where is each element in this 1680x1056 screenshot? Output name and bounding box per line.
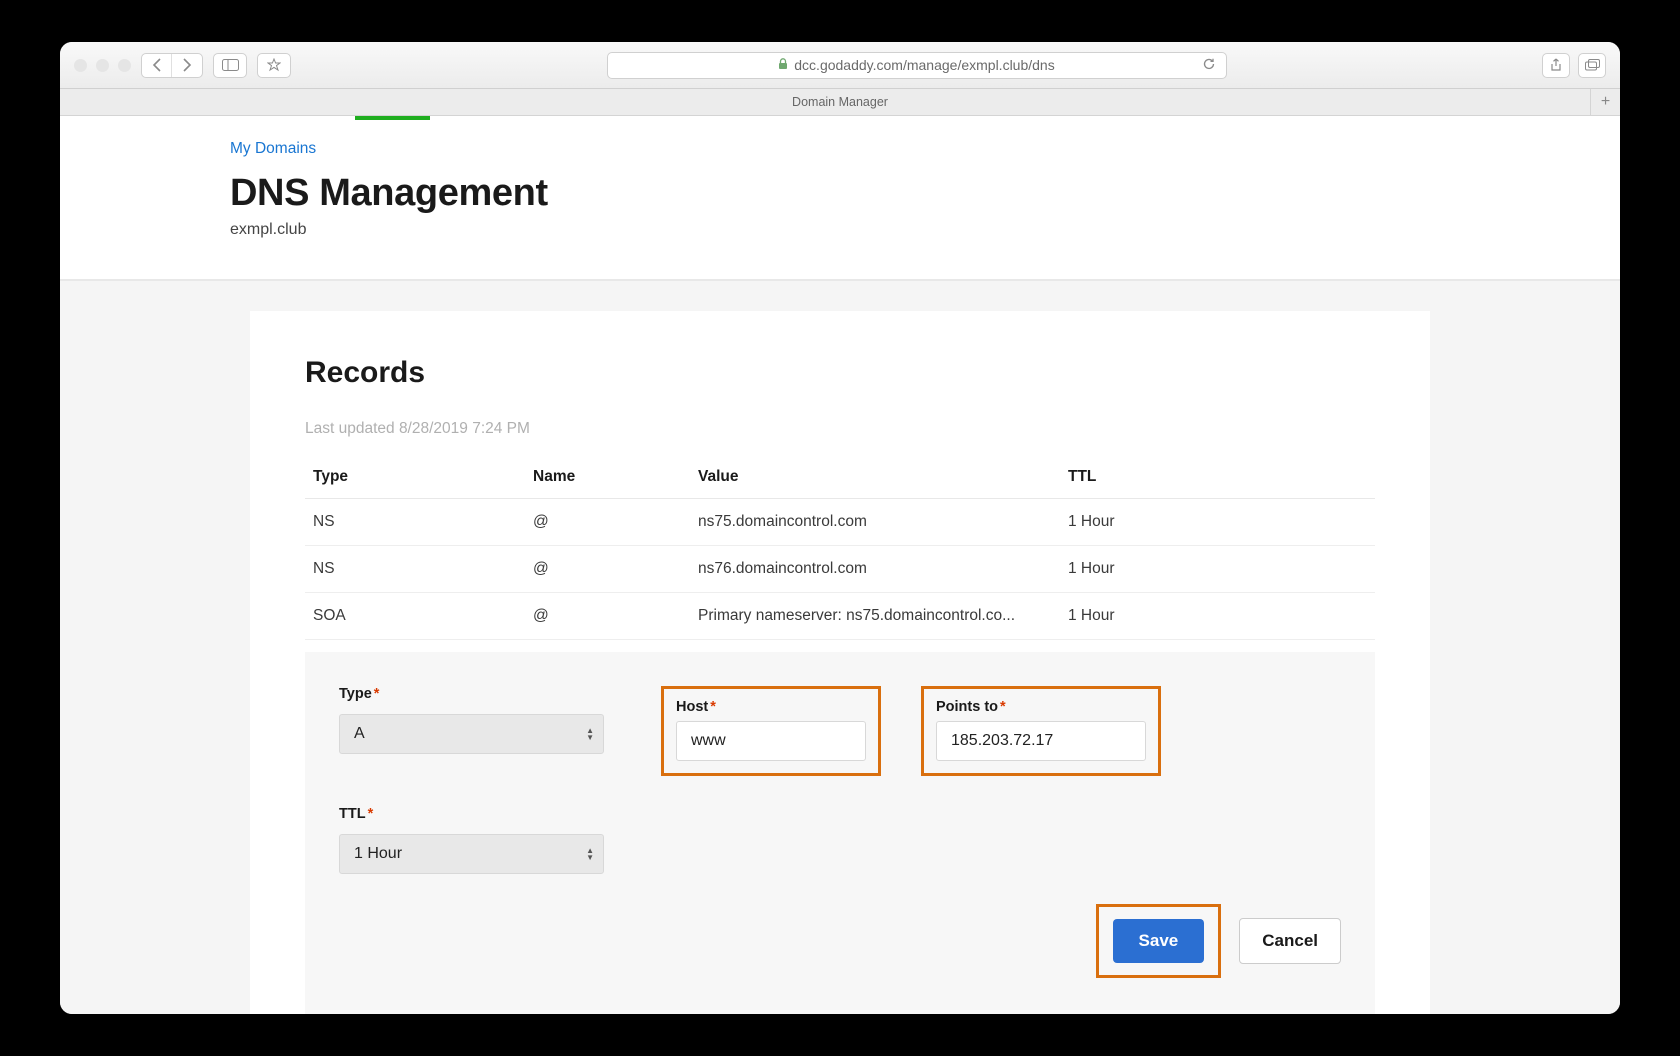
cell-name: @ [525,593,690,640]
col-header-type: Type [305,458,525,499]
back-button[interactable] [142,54,172,77]
table-row[interactable]: SOA @ Primary nameserver: ns75.domaincon… [305,593,1375,640]
field-group-type: Type* A ▲▼ [339,686,621,776]
cell-type: SOA [305,593,525,640]
browser-toolbar: dcc.godaddy.com/manage/exmpl.club/dns [60,42,1620,89]
highlight-save: Save [1096,904,1222,978]
cell-ttl: 1 Hour [1060,593,1375,640]
bookmarks-button[interactable] [257,53,291,78]
cell-ttl: 1 Hour [1060,499,1375,546]
save-button[interactable]: Save [1113,919,1205,963]
cell-value: Primary nameserver: ns75.domaincontrol.c… [690,593,1060,640]
tabs-button[interactable] [1578,53,1606,78]
breadcrumb-my-domains[interactable]: My Domains [230,140,316,158]
label-points-to: Points to* [924,689,1158,715]
share-button[interactable] [1542,53,1570,78]
host-input[interactable] [676,721,866,761]
page-body: Records Last updated 8/28/2019 7:24 PM T… [60,281,1620,1014]
nav-back-forward [141,53,203,78]
highlight-host: Host* [661,686,881,776]
col-header-value: Value [690,458,1060,499]
tab-bar: Domain Manager + [60,89,1620,116]
col-header-name: Name [525,458,690,499]
label-type: Type* [339,686,621,706]
ttl-select[interactable]: 1 Hour [339,834,604,874]
col-header-ttl: TTL [1060,458,1375,499]
domain-name: exmpl.club [230,221,1620,239]
cell-ttl: 1 Hour [1060,546,1375,593]
field-group-ttl: TTL* 1 Hour ▲▼ [339,806,621,874]
cell-value: ns76.domaincontrol.com [690,546,1060,593]
lock-icon [778,58,788,73]
active-tab-title[interactable]: Domain Manager [792,95,888,109]
cell-type: NS [305,499,525,546]
accent-bar [355,116,430,120]
page-header: My Domains DNS Management exmpl.club [60,116,1620,281]
form-actions: Save Cancel [339,904,1341,978]
zoom-window-icon[interactable] [118,59,131,72]
add-record-form: Type* A ▲▼ Host* [305,652,1375,1014]
new-tab-button[interactable]: + [1590,89,1620,115]
table-row[interactable]: NS @ ns75.domaincontrol.com 1 Hour [305,499,1375,546]
page-viewport: My Domains DNS Management exmpl.club Rec… [60,116,1620,1014]
cell-name: @ [525,546,690,593]
cell-name: @ [525,499,690,546]
label-ttl: TTL* [339,806,621,826]
records-card: Records Last updated 8/28/2019 7:24 PM T… [250,311,1430,1014]
minimize-window-icon[interactable] [96,59,109,72]
browser-window: dcc.godaddy.com/manage/exmpl.club/dns Do… [60,42,1620,1014]
forward-button[interactable] [172,54,202,77]
cell-type: NS [305,546,525,593]
last-updated: Last updated 8/28/2019 7:24 PM [305,420,1375,438]
table-row[interactable]: NS @ ns76.domaincontrol.com 1 Hour [305,546,1375,593]
window-controls [74,59,131,72]
close-window-icon[interactable] [74,59,87,72]
records-table: Type Name Value TTL NS @ ns75.domaincont… [305,458,1375,640]
reload-icon[interactable] [1202,57,1216,74]
address-bar[interactable]: dcc.godaddy.com/manage/exmpl.club/dns [607,52,1227,79]
required-star-icon: * [368,806,374,822]
sidebar-toggle-button[interactable] [213,53,247,78]
required-star-icon: * [374,686,380,702]
label-host: Host* [664,689,878,715]
highlight-points-to: Points to* [921,686,1161,776]
page-title: DNS Management [230,172,1620,215]
url-text: dcc.godaddy.com/manage/exmpl.club/dns [794,57,1054,73]
select-arrows-icon: ▲▼ [586,727,594,741]
cancel-button[interactable]: Cancel [1239,918,1341,964]
cell-value: ns75.domaincontrol.com [690,499,1060,546]
records-heading: Records [305,356,1375,390]
required-star-icon: * [710,699,716,715]
type-select[interactable]: A [339,714,604,754]
select-arrows-icon: ▲▼ [586,847,594,861]
required-star-icon: * [1000,699,1006,715]
points-to-input[interactable] [936,721,1146,761]
